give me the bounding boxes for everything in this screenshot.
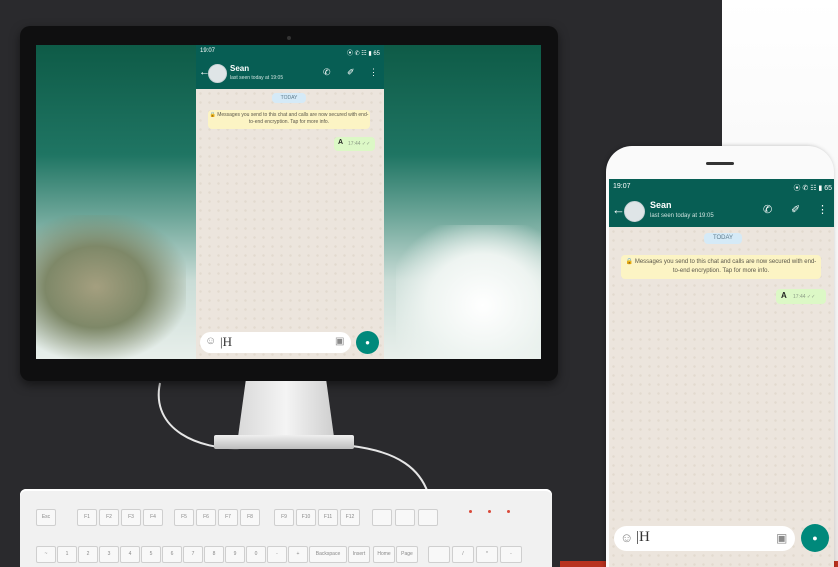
call-icon[interactable]: ✆: [763, 203, 772, 216]
typed-text[interactable]: |H: [220, 334, 232, 350]
monitor-camera: [287, 36, 291, 40]
key[interactable]: 1: [57, 546, 77, 563]
emoji-icon[interactable]: ☺: [620, 530, 633, 545]
call-icon[interactable]: ✆: [323, 67, 331, 78]
camera-icon[interactable]: ▣: [776, 531, 787, 545]
avatar[interactable]: [208, 64, 227, 83]
keyboard-led: [507, 510, 510, 513]
key[interactable]: F3: [121, 509, 141, 526]
scene: 19:07 ⦿ ✆ ☷ ▮ 65 ← Sean last seen today …: [0, 0, 838, 567]
status-icons: ⦿ ✆ ☷ ▮ 65: [793, 185, 832, 192]
key[interactable]: [395, 509, 415, 526]
phone-speaker: [706, 162, 734, 165]
key[interactable]: [428, 546, 450, 563]
date-label: TODAY: [272, 93, 306, 103]
phone-chat-window: 19:07 ⦿ ✆ ☷ ▮ 65 ← Sean last seen today …: [609, 179, 834, 567]
encryption-notice[interactable]: 🔒 Messages you send to this chat and cal…: [208, 110, 370, 129]
key[interactable]: F10: [296, 509, 316, 526]
key[interactable]: -: [267, 546, 287, 563]
status-time: 19:07: [613, 183, 631, 190]
chat-header: ← Sean last seen today at 19:05 ✆ ✐ ⋮: [196, 59, 384, 89]
key[interactable]: Backspace: [309, 546, 347, 563]
key[interactable]: Esc: [36, 509, 56, 526]
mic-button[interactable]: ●: [801, 524, 829, 552]
last-seen: last seen today at 19:05: [650, 213, 714, 219]
encryption-notice[interactable]: 🔒 Messages you send to this chat and cal…: [621, 255, 821, 279]
monitor-base: [214, 435, 354, 449]
status-bar: 19:07 ⦿ ✆ ☷ ▮ 65: [609, 179, 834, 196]
message-time: 17:44 ✓✓: [793, 294, 816, 300]
key[interactable]: 8: [204, 546, 224, 563]
contact-name[interactable]: Sean: [650, 200, 672, 210]
key[interactable]: 9: [225, 546, 245, 563]
camera-icon[interactable]: ▣: [335, 336, 344, 347]
attach-icon[interactable]: ✐: [791, 203, 800, 216]
key[interactable]: 0: [246, 546, 266, 563]
key[interactable]: F4: [143, 509, 163, 526]
key[interactable]: F5: [174, 509, 194, 526]
key[interactable]: F7: [218, 509, 238, 526]
key[interactable]: 7: [183, 546, 203, 563]
message-time: 17:44 ✓✓: [348, 141, 371, 147]
key[interactable]: 5: [141, 546, 161, 563]
key[interactable]: 6: [162, 546, 182, 563]
key[interactable]: [418, 509, 438, 526]
key[interactable]: F12: [340, 509, 360, 526]
key[interactable]: F11: [318, 509, 338, 526]
key[interactable]: F1: [77, 509, 97, 526]
key[interactable]: +: [288, 546, 308, 563]
keyboard-led: [488, 510, 491, 513]
key[interactable]: F6: [196, 509, 216, 526]
key[interactable]: 4: [120, 546, 140, 563]
keyboard-led: [469, 510, 472, 513]
monitor-stand: [238, 381, 334, 437]
typed-text[interactable]: |H: [636, 529, 650, 546]
date-label: TODAY: [704, 233, 742, 244]
chat-header: ← Sean last seen today at 19:05 ✆ ✐ ⋮: [609, 196, 834, 227]
message-text: A: [781, 291, 787, 300]
more-options-icon[interactable]: ⋮: [369, 67, 378, 78]
status-icons: ⦿ ✆ ☷ ▮ 65: [346, 51, 380, 57]
mic-button[interactable]: ●: [356, 331, 379, 354]
monitor-chat-window: 19:07 ⦿ ✆ ☷ ▮ 65 ← Sean last seen today …: [196, 45, 384, 359]
key[interactable]: *: [476, 546, 498, 563]
key[interactable]: -: [500, 546, 522, 563]
key[interactable]: 3: [99, 546, 119, 563]
mic-icon: ●: [812, 533, 818, 543]
avatar[interactable]: [624, 201, 645, 222]
key[interactable]: [372, 509, 392, 526]
key[interactable]: /: [452, 546, 474, 563]
mic-icon: ●: [365, 338, 370, 347]
attach-icon[interactable]: ✐: [347, 67, 355, 78]
key[interactable]: 2: [78, 546, 98, 563]
message-text: A: [338, 139, 344, 146]
status-time: 19:07: [200, 48, 216, 54]
message-input[interactable]: ☺ |H ▣: [200, 332, 351, 353]
key[interactable]: Home: [373, 546, 395, 563]
last-seen: last seen today at 19:05: [230, 75, 284, 81]
emoji-icon[interactable]: ☺: [205, 335, 216, 347]
back-arrow-icon[interactable]: ←: [612, 202, 625, 217]
status-bar: 19:07 ⦿ ✆ ☷ ▮ 65: [196, 45, 384, 59]
key[interactable]: F2: [99, 509, 119, 526]
more-options-icon[interactable]: ⋮: [817, 203, 828, 216]
key[interactable]: Page: [396, 546, 418, 563]
key[interactable]: ~: [36, 546, 56, 563]
message-bubble[interactable]: A 17:44 ✓✓: [776, 289, 826, 304]
key[interactable]: Insert: [348, 546, 370, 563]
message-input[interactable]: ☺ |H ▣: [614, 526, 795, 551]
message-bubble[interactable]: A 17:44 ✓✓: [334, 137, 375, 151]
key[interactable]: F8: [240, 509, 260, 526]
contact-name[interactable]: Sean: [230, 64, 249, 73]
key[interactable]: F9: [274, 509, 294, 526]
